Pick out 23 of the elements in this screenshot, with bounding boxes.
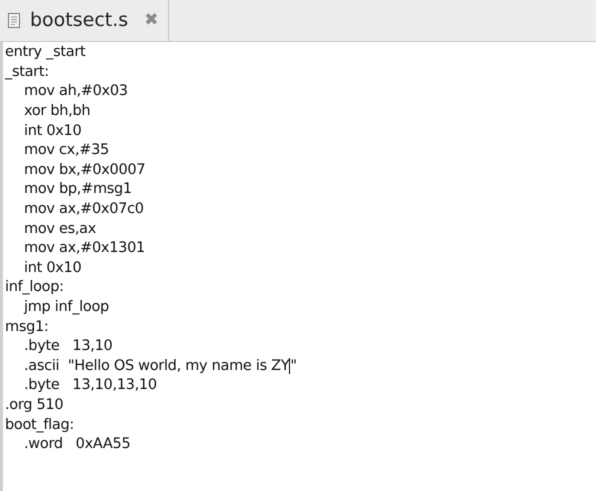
code-line: mov ax,#0x1301 [24, 239, 145, 258]
code-line: mov bx,#0x0007 [24, 160, 146, 180]
code-line: int 0x10 [24, 122, 82, 141]
code-line: .word 0xAA55 [24, 435, 130, 454]
code-line: inf_loop: [5, 278, 64, 298]
code-line: xor bh,bh [24, 102, 90, 122]
code-line: mov ax,#0x07c0 [24, 200, 144, 220]
code-line: .org 510 [5, 396, 64, 415]
code-line: .byte 13,10 [24, 337, 112, 356]
code-line: .ascii "Hello OS world, my name is ZY" [24, 356, 297, 376]
code-line: jmp inf_loop [24, 298, 109, 318]
code-line: int 0x10 [24, 258, 82, 278]
code-line: mov bp,#msg1 [24, 180, 132, 200]
tab-title: bootsect.s [30, 8, 128, 34]
code-line: boot_flag: [5, 416, 74, 435]
code-line: mov es,ax [24, 220, 96, 239]
code-line: entry _start [5, 43, 86, 62]
code-line: mov cx,#35 [24, 141, 109, 160]
code-line: msg1: [5, 318, 48, 337]
document-icon [8, 13, 20, 28]
code-line: mov ah,#0x03 [24, 82, 128, 102]
code-line: .byte 13,10,13,10 [24, 376, 157, 396]
code-line: _start: [5, 62, 49, 82]
